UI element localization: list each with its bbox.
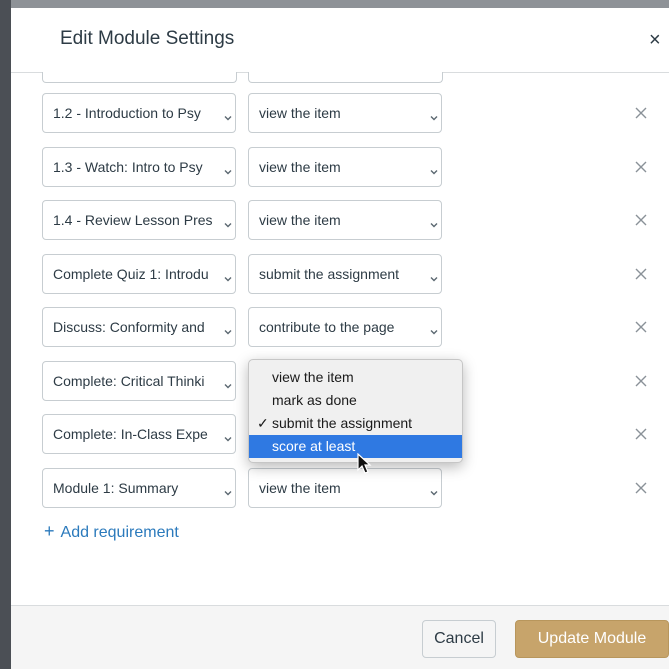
requirement-type-select[interactable]: view the item xyxy=(248,93,442,133)
chevron-down-icon xyxy=(223,377,233,388)
chevron-down-icon xyxy=(429,484,439,495)
chevron-down-icon xyxy=(429,216,439,228)
dropdown-option-score-at-least[interactable]: score at least xyxy=(249,435,462,458)
chevron-down-icon xyxy=(223,163,233,174)
requirement-type-select[interactable]: contribute to the page xyxy=(248,307,442,347)
dialog-title: Edit Module Settings xyxy=(60,28,235,49)
chevron-down-icon xyxy=(223,270,233,281)
requirement-type-select[interactable]: submit the assignment xyxy=(248,253,442,294)
previous-requirement-select-partial[interactable] xyxy=(248,72,443,83)
module-item-select[interactable]: 1.4 - Review Lesson Pres xyxy=(42,200,236,240)
remove-requirement-icon[interactable] xyxy=(633,319,649,335)
module-item-value: 1.3 - Watch: Intro to Psy xyxy=(53,158,203,175)
module-item-select[interactable]: 1.3 - Watch: Intro to Psy xyxy=(42,146,236,187)
option-label: mark as done xyxy=(272,392,357,408)
requirement-type-select[interactable]: view the item xyxy=(248,146,442,187)
remove-requirement-icon[interactable] xyxy=(633,373,649,389)
module-item-select[interactable]: Discuss: Conformity and xyxy=(42,307,236,347)
module-item-select[interactable]: Complete: Critical Thinki xyxy=(42,360,236,401)
remove-requirement-icon[interactable] xyxy=(633,266,649,282)
cancel-button[interactable]: Cancel xyxy=(422,620,496,658)
add-requirement-link[interactable]: + Add requirement xyxy=(44,521,179,542)
background-overlay-edge xyxy=(11,0,669,8)
chevron-down-icon xyxy=(223,484,233,495)
module-item-select[interactable]: Module 1: Summary xyxy=(42,467,236,508)
requirement-type-dropdown: view the item mark as done ✓ submit the … xyxy=(248,359,463,463)
module-item-value: Complete: Critical Thinki xyxy=(53,372,205,389)
remove-requirement-icon[interactable] xyxy=(633,480,649,496)
module-item-value: Complete: In-Class Expe xyxy=(53,426,208,442)
remove-requirement-icon[interactable] xyxy=(633,159,649,175)
chevron-down-icon xyxy=(223,216,233,228)
remove-requirement-icon[interactable] xyxy=(633,212,649,228)
chevron-down-icon xyxy=(429,109,439,121)
background-window-edge xyxy=(0,0,11,669)
module-item-select[interactable]: Complete Quiz 1: Introdu xyxy=(42,253,236,294)
chevron-down-icon xyxy=(223,109,233,121)
option-label: view the item xyxy=(272,369,354,385)
update-module-button[interactable]: Update Module xyxy=(515,620,669,658)
requirement-type-value: view the item xyxy=(259,212,341,228)
add-requirement-label: Add requirement xyxy=(60,524,179,541)
module-item-select[interactable]: Complete: In-Class Expe xyxy=(42,414,236,454)
chevron-down-icon xyxy=(429,270,439,281)
requirement-type-value: view the item xyxy=(259,105,341,121)
option-label: score at least xyxy=(272,438,356,454)
dropdown-option-submit-assignment[interactable]: ✓ submit the assignment xyxy=(249,412,462,435)
module-item-select[interactable]: 1.2 - Introduction to Psy xyxy=(42,93,236,133)
module-item-value: Discuss: Conformity and xyxy=(53,319,205,335)
mouse-pointer-icon xyxy=(357,453,372,474)
dropdown-option-view-item[interactable]: view the item xyxy=(249,366,462,389)
requirement-type-value: submit the assignment xyxy=(259,265,400,282)
requirement-type-select[interactable]: view the item xyxy=(248,467,442,508)
checkmark-icon: ✓ xyxy=(257,415,269,431)
module-item-value: 1.2 - Introduction to Psy xyxy=(53,105,201,121)
edit-module-settings-dialog: Edit Module Settings × 1.2 - Introductio… xyxy=(11,8,669,669)
requirement-type-select[interactable]: view the item xyxy=(248,200,442,240)
chevron-down-icon xyxy=(429,323,439,335)
requirement-type-value: contribute to the page xyxy=(259,319,395,335)
module-item-value: Complete Quiz 1: Introdu xyxy=(53,265,209,282)
chevron-down-icon xyxy=(429,163,439,174)
requirement-type-value: view the item xyxy=(259,479,341,496)
option-label: submit the assignment xyxy=(272,415,413,431)
previous-item-select-partial[interactable] xyxy=(42,72,237,83)
module-item-value: 1.4 - Review Lesson Pres xyxy=(53,212,213,228)
chevron-down-icon xyxy=(223,430,233,442)
close-icon[interactable]: × xyxy=(649,30,661,50)
chevron-down-icon xyxy=(223,323,233,335)
dialog-footer: Cancel Update Module xyxy=(11,605,669,669)
dropdown-option-mark-done[interactable]: mark as done xyxy=(249,389,462,412)
plus-icon: + xyxy=(44,521,55,541)
module-item-value: Module 1: Summary xyxy=(53,479,179,496)
remove-requirement-icon[interactable] xyxy=(633,426,649,442)
remove-requirement-icon[interactable] xyxy=(633,105,649,121)
dialog-header: Edit Module Settings × xyxy=(11,8,669,73)
requirement-type-value: view the item xyxy=(259,158,341,175)
